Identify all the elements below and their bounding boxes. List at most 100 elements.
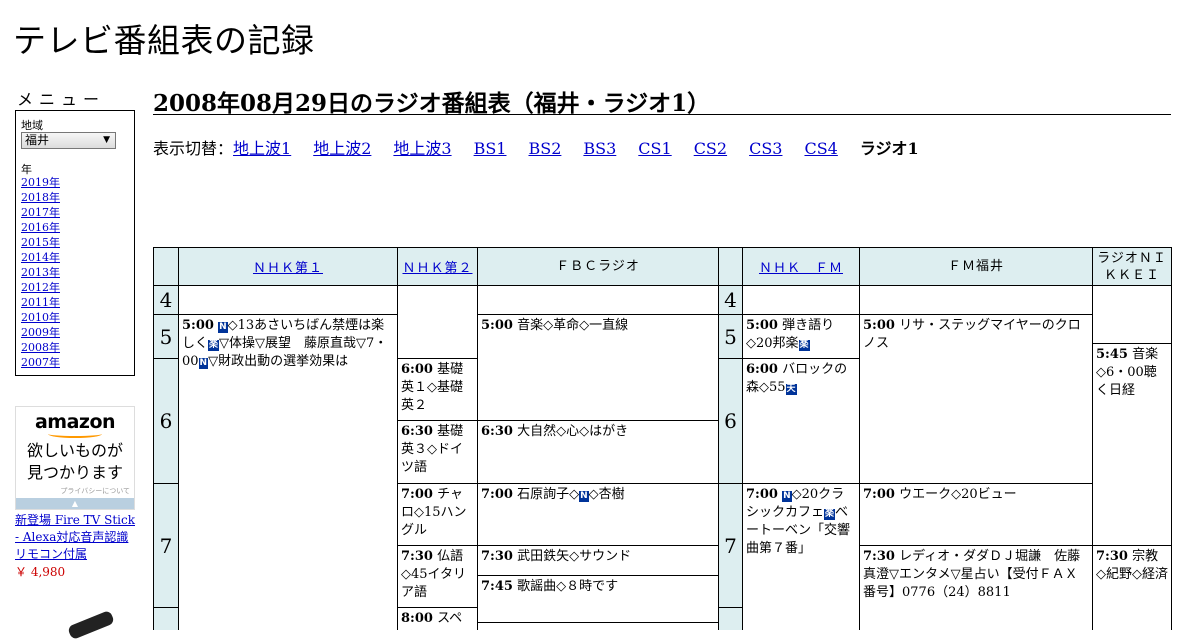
year-link-2012[interactable]: 2012年: [21, 280, 60, 295]
ad-product-link[interactable]: 新登場 Fire TV Stick - Alexa対応音声認識リモコン付属: [15, 512, 137, 563]
news-mark-icon: N: [579, 491, 589, 502]
program-cell-empty: [397, 285, 478, 359]
program-cell-fmfukui-0700[interactable]: 7:00 ウエーク◇20ビュー: [859, 483, 1093, 546]
program-time: 7:30: [863, 549, 895, 564]
switch-link-bs1[interactable]: BS1: [474, 139, 507, 158]
program-time: 5:00: [481, 318, 513, 333]
year-link-2007[interactable]: 2007年: [21, 355, 60, 370]
year-link-2011[interactable]: 2011年: [21, 295, 60, 310]
hour-cell-5: 5: [153, 314, 179, 359]
hour-cell-8: [153, 607, 179, 630]
hour-cell-8-b: [718, 607, 743, 630]
ad-copy-line1: 欲しいものが: [26, 441, 123, 460]
channel-name-fmfukui: ＦＭ福井: [947, 259, 1004, 274]
program-cell-fmfukui-0500[interactable]: 5:00 リサ・ステッグマイヤーのクロノス: [859, 314, 1093, 484]
chevron-down-icon: ▼: [103, 135, 110, 145]
program-cell-nhkfm-0600[interactable]: 6:00 バロックの森◇55天: [742, 358, 860, 484]
program-cell-nhkfm-0700[interactable]: 7:00 N◇20クラシックカフェ楽ベートーベン「交響曲第７番」: [742, 483, 860, 630]
switch-link-cs3[interactable]: CS3: [749, 139, 782, 158]
music-mark-icon: 楽: [824, 509, 836, 520]
switch-link-cs2[interactable]: CS2: [694, 139, 727, 158]
region-select[interactable]: 福井 ▼: [21, 132, 116, 149]
menu-title: メニュー: [17, 90, 106, 109]
switch-link-cs1[interactable]: CS1: [638, 139, 671, 158]
chevron-up-icon: ▲: [71, 499, 79, 508]
channel-link-nhkfm[interactable]: ＮＨＫ ＦＭ: [759, 257, 843, 276]
program-cell-nhk2-0600[interactable]: 6:00 基礎英１◇基礎英２: [397, 358, 478, 421]
product-image-icon[interactable]: [67, 609, 115, 640]
channel-name-nikkei: ラジオＮＩＫＫＥＩ: [1097, 250, 1167, 283]
program-text: ◇杏樹: [588, 487, 625, 502]
channel-header-nhk1: ＮＨＫ第１: [178, 247, 398, 286]
region-select-value: 福井: [25, 133, 50, 147]
program-cell-nhk2-0630[interactable]: 6:30 基礎英３◇ドイツ語: [397, 420, 478, 484]
program-cell-nhk2-0800[interactable]: 8:00 スペイ: [397, 607, 478, 630]
program-cell-empty: [477, 285, 719, 315]
program-cell-fmfukui-0730[interactable]: 7:30 レディオ・ダダＤＪ堀謙 佐藤真澄▽エンタメ▽星占い【受付ＦＡＸ番号】0…: [859, 545, 1093, 630]
news-mark-icon: N: [198, 358, 209, 369]
program-cell-nhk1-0500[interactable]: 5:00 N◇13あさいちばん禁煙は楽しく楽▽体操▽展望 藤原直哉▽7・00N▽…: [178, 314, 398, 630]
ad-price: ￥ 4,980: [15, 565, 66, 579]
ad-privacy-link[interactable]: プライバシーについて: [60, 486, 130, 496]
program-cell-fbc-0800[interactable]: [477, 622, 719, 630]
switch-link-bs2[interactable]: BS2: [528, 139, 561, 158]
year-link-2008[interactable]: 2008年: [21, 340, 60, 355]
year-link-2017[interactable]: 2017年: [21, 205, 60, 220]
amazon-logo: amazon: [34, 411, 116, 433]
news-mark-icon: N: [782, 491, 792, 502]
program-grid: ＮＨＫ第１ ＮＨＫ第２ ＦＢＣラジオ ＮＨＫ ＦＭ ＦＭ福井 ラジオＮＩＫＫＥＩ…: [153, 247, 1172, 630]
channel-header-fmfukui: ＦＭ福井: [859, 247, 1093, 286]
hour-cell-4-b: 4: [718, 285, 743, 315]
hour-cell-7: 7: [153, 483, 179, 608]
channel-link-nhk2[interactable]: ＮＨＫ第２: [402, 257, 472, 276]
amazon-ad-banner[interactable]: amazon 欲しいものが 見つかります プライバシーについて ▲: [15, 406, 135, 510]
year-link-2010[interactable]: 2010年: [21, 310, 60, 325]
news-mark-icon: N: [218, 322, 228, 333]
channel-header-fbc: ＦＢＣラジオ: [477, 247, 719, 286]
music-mark-icon: 楽: [798, 340, 810, 351]
program-text: ウエーク◇20ビュー: [899, 487, 1017, 502]
year-link-2013[interactable]: 2013年: [21, 265, 60, 280]
program-cell-fbc-0630[interactable]: 6:30 大自然◇心◇はがき: [477, 420, 719, 484]
program-time: 8:00: [401, 611, 433, 626]
year-link-2009[interactable]: 2009年: [21, 325, 60, 340]
program-time: 5:00: [182, 318, 214, 333]
program-cell-nikkei-0545[interactable]: 5:45 音楽◇6・00聴く日経: [1092, 343, 1172, 546]
year-link-2016[interactable]: 2016年: [21, 220, 60, 235]
program-cell-fbc-0700[interactable]: 7:00 石原詢子◇N◇杏樹: [477, 483, 719, 546]
program-text: 大自然◇心◇はがき: [517, 424, 629, 439]
program-time: 7:00: [863, 487, 895, 502]
ad-expand-bar[interactable]: ▲: [16, 498, 134, 509]
program-time: 5:00: [746, 318, 778, 333]
program-time: 7:45: [481, 579, 513, 594]
view-switcher-label: 表示切替：: [153, 139, 234, 158]
program-time: 5:00: [863, 318, 895, 333]
program-time: 6:30: [401, 424, 433, 439]
hour-cell-5-b: 5: [718, 314, 743, 359]
switch-link-bs3[interactable]: BS3: [583, 139, 616, 158]
program-text: 歌謡曲◇８時です: [517, 579, 619, 594]
program-text: リサ・ステッグマイヤーのクロノス: [863, 318, 1081, 351]
switch-link-cs4[interactable]: CS4: [804, 139, 837, 158]
channel-header-nhkfm: ＮＨＫ ＦＭ: [742, 247, 860, 286]
channel-link-nhk1[interactable]: ＮＨＫ第１: [253, 257, 323, 276]
program-cell-fbc-0730[interactable]: 7:30 武田鉄矢◇サウンド: [477, 545, 719, 576]
program-cell-nhkfm-0500[interactable]: 5:00 弾き語り◇20邦楽楽: [742, 314, 860, 359]
year-link-2014[interactable]: 2014年: [21, 250, 60, 265]
program-cell-fbc-0500[interactable]: 5:00 音楽◇革命◇一直線: [477, 314, 719, 421]
switch-link-terrestrial3[interactable]: 地上波3: [393, 139, 451, 158]
switch-current-radio1: ラジオ1: [859, 139, 919, 158]
program-cell-nikkei-0730[interactable]: 7:30 宗教◇紀野◇経済: [1092, 545, 1172, 630]
program-cell-fbc-0745[interactable]: 7:45 歌謡曲◇８時です: [477, 575, 719, 623]
ad-copy: 欲しいものが 見つかります: [16, 440, 134, 484]
switch-link-terrestrial2[interactable]: 地上波2: [313, 139, 371, 158]
year-link-2018[interactable]: 2018年: [21, 190, 60, 205]
program-cell-nhk2-0730[interactable]: 7:30 仏語◇45イタリア語: [397, 545, 478, 608]
program-cell-nhk2-0700[interactable]: 7:00 チャロ◇15ハングル: [397, 483, 478, 546]
header-corner-2: [718, 247, 743, 286]
music-mark-icon: 楽: [208, 340, 220, 351]
weather-mark-icon: 天: [785, 384, 797, 395]
year-link-2019[interactable]: 2019年: [21, 175, 60, 190]
switch-link-terrestrial1[interactable]: 地上波1: [233, 139, 291, 158]
year-link-2015[interactable]: 2015年: [21, 235, 60, 250]
